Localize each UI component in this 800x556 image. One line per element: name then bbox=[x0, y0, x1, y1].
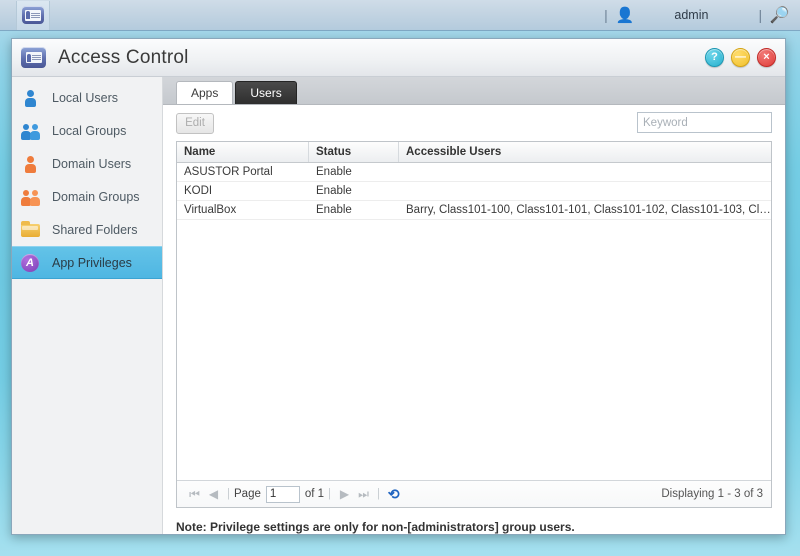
cell-name: KODI bbox=[184, 185, 213, 197]
help-button[interactable]: ? bbox=[705, 48, 724, 67]
column-header-name[interactable]: Name bbox=[177, 142, 309, 162]
cell-status: Enable bbox=[316, 185, 352, 197]
sidebar-item-label: Domain Groups bbox=[52, 189, 140, 204]
desktop-top-bar: | 👤 admin | 🔍 bbox=[0, 0, 800, 31]
window-app-icon bbox=[21, 47, 46, 68]
table-header-row: Name Status Accessible Users bbox=[177, 142, 771, 163]
sidebar-item-app-privileges[interactable]: A App Privileges bbox=[12, 246, 162, 279]
page-title: Access Control bbox=[58, 46, 189, 68]
divider: | bbox=[604, 7, 608, 23]
table-row[interactable]: KODI Enable bbox=[177, 182, 771, 201]
window-titlebar[interactable]: Access Control ? — × bbox=[12, 39, 785, 77]
person-orange-icon bbox=[21, 154, 41, 174]
cell-name: ASUSTOR Portal bbox=[184, 166, 273, 178]
toolbar: Edit bbox=[163, 105, 785, 141]
cell-accessible-users bbox=[399, 182, 771, 200]
sidebar: Local Users Local Groups Domain Users Do… bbox=[12, 77, 163, 534]
search-input[interactable] bbox=[637, 112, 772, 133]
close-button[interactable]: × bbox=[757, 48, 776, 67]
group-orange-icon bbox=[21, 187, 41, 207]
sidebar-item-label: Local Groups bbox=[52, 123, 127, 138]
first-page-icon[interactable]: ⏮ bbox=[185, 487, 204, 502]
page-label: Page bbox=[234, 488, 261, 500]
pagination-bar: ⏮ ◀ | Page of 1 | ▶ ⏭ | ⟳ Displaying 1 -… bbox=[177, 480, 771, 507]
cell-name: VirtualBox bbox=[184, 204, 237, 216]
table-row[interactable]: VirtualBox Enable Barry, Class101-100, C… bbox=[177, 201, 771, 220]
cell-accessible-users: Barry, Class101-100, Class101-101, Class… bbox=[406, 204, 771, 216]
desktop-status-area: | 👤 admin | 🔍 bbox=[596, 0, 800, 30]
admin-username-label: admin bbox=[674, 8, 709, 22]
table-body: ASUSTOR Portal Enable KODI Enable Virtua… bbox=[177, 163, 771, 480]
taskbar-app-button[interactable] bbox=[16, 0, 50, 30]
next-page-icon[interactable]: ▶ bbox=[335, 487, 354, 501]
page-count-label: of 1 bbox=[304, 488, 325, 500]
sidebar-item-label: App Privileges bbox=[52, 255, 132, 270]
apps-table: Name Status Accessible Users ASUSTOR Por… bbox=[176, 141, 772, 508]
group-blue-icon bbox=[21, 121, 41, 141]
folder-icon bbox=[21, 220, 41, 240]
app-privileges-icon: A bbox=[21, 253, 41, 273]
divider: | bbox=[758, 7, 763, 23]
cell-accessible-users bbox=[399, 163, 771, 181]
person-blue-icon bbox=[21, 88, 41, 108]
privilege-note: Note: Privilege settings are only for no… bbox=[176, 520, 575, 534]
minimize-button[interactable]: — bbox=[731, 48, 750, 67]
last-page-icon[interactable]: ⏭ bbox=[354, 487, 373, 502]
cell-status: Enable bbox=[316, 204, 352, 216]
column-header-status[interactable]: Status bbox=[309, 142, 399, 162]
table-row[interactable]: ASUSTOR Portal Enable bbox=[177, 163, 771, 182]
divider: | bbox=[377, 488, 381, 500]
cell-status: Enable bbox=[316, 166, 352, 178]
refresh-icon[interactable]: ⟳ bbox=[388, 486, 400, 503]
sidebar-item-domain-groups[interactable]: Domain Groups bbox=[12, 180, 162, 213]
sidebar-item-label: Local Users bbox=[52, 90, 118, 105]
idcard-icon bbox=[22, 6, 44, 24]
divider: | bbox=[328, 488, 332, 500]
column-header-accessible-users[interactable]: Accessible Users bbox=[399, 142, 771, 162]
displaying-label: Displaying 1 - 3 of 3 bbox=[661, 488, 763, 500]
previous-page-icon[interactable]: ◀ bbox=[204, 487, 223, 501]
tab-apps[interactable]: Apps bbox=[176, 81, 234, 104]
divider: | bbox=[227, 488, 230, 500]
sidebar-item-local-users[interactable]: Local Users bbox=[12, 81, 162, 114]
sidebar-item-domain-users[interactable]: Domain Users bbox=[12, 147, 162, 180]
sidebar-item-label: Shared Folders bbox=[52, 222, 138, 237]
main-content: Apps Users Edit Name Status Accessible U… bbox=[163, 77, 785, 534]
user-icon[interactable]: 👤 bbox=[616, 8, 635, 23]
tab-strip: Apps Users bbox=[163, 77, 785, 105]
search-icon[interactable]: 🔍 bbox=[770, 5, 790, 25]
sidebar-item-shared-folders[interactable]: Shared Folders bbox=[12, 213, 162, 246]
edit-button[interactable]: Edit bbox=[176, 112, 214, 134]
sidebar-item-label: Domain Users bbox=[52, 156, 132, 171]
sidebar-item-local-groups[interactable]: Local Groups bbox=[12, 114, 162, 147]
window-controls: ? — × bbox=[705, 48, 776, 67]
tab-users[interactable]: Users bbox=[235, 81, 297, 104]
page-number-input[interactable] bbox=[265, 485, 300, 503]
access-control-window: Access Control ? — × Local Users Local G… bbox=[11, 38, 786, 535]
